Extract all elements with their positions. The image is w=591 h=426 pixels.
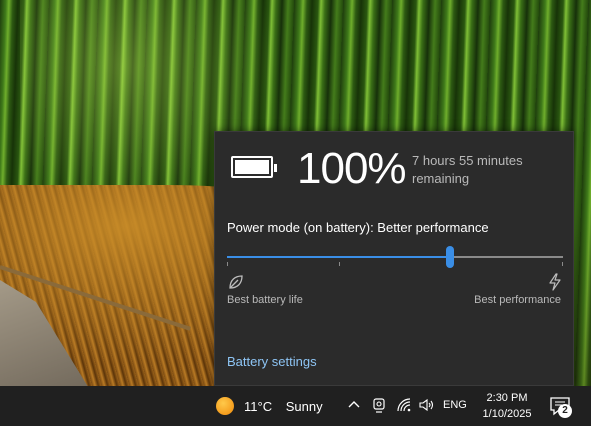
power-mode-label: Power mode (on battery): Better performa… — [227, 220, 489, 235]
battery-percent: 100% — [297, 144, 407, 193]
wifi-icon[interactable] — [395, 396, 413, 414]
weather-condition: Sunny — [285, 398, 323, 414]
leaf-icon — [229, 275, 243, 289]
battery-time-remaining: 7 hours 55 minutes remaining — [412, 153, 523, 186]
sun-icon — [216, 397, 234, 415]
best-battery-life-label: Best battery life — [227, 294, 303, 306]
lightning-icon — [549, 273, 561, 291]
slider-tick — [339, 262, 340, 266]
clock-time: 2:30 PM — [486, 392, 528, 404]
clock[interactable]: 2:30 PM 1/10/2025 — [476, 390, 538, 422]
volume-icon[interactable] — [418, 396, 436, 414]
power-mode-slider[interactable] — [227, 246, 563, 270]
battery-flyout: 100% 7 hours 55 minutes remaining Power … — [214, 131, 574, 386]
weather-widget[interactable]: 11°C Sunny — [216, 395, 333, 417]
clock-date: 1/10/2025 — [482, 408, 532, 420]
taskbar: 11°C Sunny ENG 2:30 PM 1/10/2025 — [0, 386, 591, 426]
slider-tick — [562, 262, 563, 266]
slider-tick — [227, 262, 228, 266]
language-indicator[interactable]: ENG — [443, 399, 467, 411]
best-performance-label: Best performance — [474, 294, 561, 306]
slider-filled-track — [227, 256, 450, 258]
meet-now-icon[interactable] — [370, 396, 388, 414]
chevron-up-icon[interactable] — [345, 396, 363, 414]
battery-settings-link[interactable]: Battery settings — [227, 354, 317, 369]
battery-icon — [231, 156, 277, 178]
notification-count-badge: 2 — [558, 404, 572, 418]
weather-temperature: 11°C — [244, 398, 273, 414]
slider-thumb[interactable] — [446, 246, 454, 268]
